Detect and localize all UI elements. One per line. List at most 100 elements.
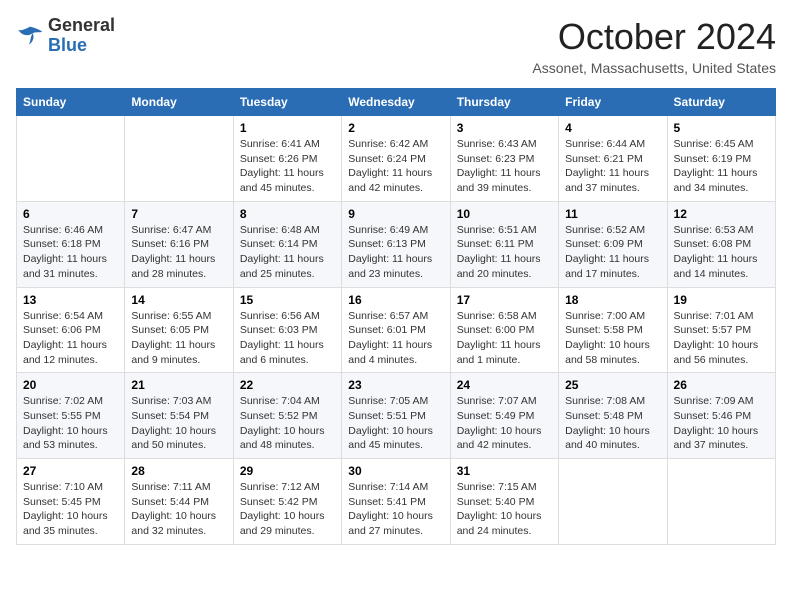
calendar-cell: 19 Sunrise: 7:01 AM Sunset: 5:57 PM Dayli… (667, 287, 775, 373)
cell-info: Sunrise: 7:01 AM Sunset: 5:57 PM Dayligh… (674, 309, 769, 368)
calendar-cell (559, 459, 667, 545)
cell-info: Sunrise: 6:49 AM Sunset: 6:13 PM Dayligh… (348, 223, 443, 282)
day-number: 27 (23, 464, 118, 478)
day-number: 19 (674, 293, 769, 307)
week-row-4: 20 Sunrise: 7:02 AM Sunset: 5:55 PM Dayli… (17, 373, 776, 459)
cell-info: Sunrise: 7:04 AM Sunset: 5:52 PM Dayligh… (240, 394, 335, 453)
page-header: GeneralBlue October 2024 Assonet, Massac… (16, 16, 776, 76)
cell-info: Sunrise: 7:09 AM Sunset: 5:46 PM Dayligh… (674, 394, 769, 453)
calendar-cell: 20 Sunrise: 7:02 AM Sunset: 5:55 PM Dayli… (17, 373, 125, 459)
calendar-cell: 8Sunrise: 6:48 AM Sunset: 6:14 PM Daylig… (233, 201, 341, 287)
calendar-cell (667, 459, 775, 545)
calendar-cell: 5 Sunrise: 6:45 AM Sunset: 6:19 PM Daylig… (667, 116, 775, 202)
cell-info: Sunrise: 6:47 AM Sunset: 6:16 PM Dayligh… (131, 223, 226, 282)
calendar-cell: 26 Sunrise: 7:09 AM Sunset: 5:46 PM Dayli… (667, 373, 775, 459)
calendar-cell: 31Sunrise: 7:15 AM Sunset: 5:40 PM Dayli… (450, 459, 558, 545)
day-number: 2 (348, 121, 443, 135)
day-number: 21 (131, 378, 226, 392)
calendar-cell: 13 Sunrise: 6:54 AM Sunset: 6:06 PM Dayli… (17, 287, 125, 373)
day-number: 11 (565, 207, 660, 221)
calendar-cell: 29Sunrise: 7:12 AM Sunset: 5:42 PM Dayli… (233, 459, 341, 545)
day-number: 9 (348, 207, 443, 221)
calendar-cell: 25 Sunrise: 7:08 AM Sunset: 5:48 PM Dayli… (559, 373, 667, 459)
col-header-tuesday: Tuesday (233, 89, 341, 116)
week-row-1: 1Sunrise: 6:41 AM Sunset: 6:26 PM Daylig… (17, 116, 776, 202)
day-number: 25 (565, 378, 660, 392)
day-number: 8 (240, 207, 335, 221)
calendar-cell: 7 Sunrise: 6:47 AM Sunset: 6:16 PM Daylig… (125, 201, 233, 287)
calendar-cell: 16 Sunrise: 6:57 AM Sunset: 6:01 PM Dayli… (342, 287, 450, 373)
day-number: 16 (348, 293, 443, 307)
calendar-cell: 27 Sunrise: 7:10 AM Sunset: 5:45 PM Dayli… (17, 459, 125, 545)
calendar-cell: 3 Sunrise: 6:43 AM Sunset: 6:23 PM Daylig… (450, 116, 558, 202)
calendar-cell: 28 Sunrise: 7:11 AM Sunset: 5:44 PM Dayli… (125, 459, 233, 545)
logo-icon (16, 22, 44, 50)
cell-info: Sunrise: 6:52 AM Sunset: 6:09 PM Dayligh… (565, 223, 660, 282)
cell-info: Sunrise: 6:57 AM Sunset: 6:01 PM Dayligh… (348, 309, 443, 368)
calendar-cell (125, 116, 233, 202)
day-number: 15 (240, 293, 335, 307)
day-number: 3 (457, 121, 552, 135)
location: Assonet, Massachusetts, United States (532, 60, 776, 76)
week-row-5: 27 Sunrise: 7:10 AM Sunset: 5:45 PM Dayli… (17, 459, 776, 545)
calendar-table: SundayMondayTuesdayWednesdayThursdayFrid… (16, 88, 776, 545)
logo: GeneralBlue (16, 16, 115, 56)
col-header-saturday: Saturday (667, 89, 775, 116)
week-row-3: 13 Sunrise: 6:54 AM Sunset: 6:06 PM Dayli… (17, 287, 776, 373)
calendar-cell: 23 Sunrise: 7:05 AM Sunset: 5:51 PM Dayli… (342, 373, 450, 459)
day-number: 20 (23, 378, 118, 392)
col-header-sunday: Sunday (17, 89, 125, 116)
calendar-cell: 2 Sunrise: 6:42 AM Sunset: 6:24 PM Daylig… (342, 116, 450, 202)
cell-info: Sunrise: 7:11 AM Sunset: 5:44 PM Dayligh… (131, 480, 226, 539)
calendar-cell: 21 Sunrise: 7:03 AM Sunset: 5:54 PM Dayli… (125, 373, 233, 459)
cell-info: Sunrise: 7:08 AM Sunset: 5:48 PM Dayligh… (565, 394, 660, 453)
day-number: 5 (674, 121, 769, 135)
calendar-cell: 4 Sunrise: 6:44 AM Sunset: 6:21 PM Daylig… (559, 116, 667, 202)
calendar-header-row: SundayMondayTuesdayWednesdayThursdayFrid… (17, 89, 776, 116)
calendar-cell: 24Sunrise: 7:07 AM Sunset: 5:49 PM Dayli… (450, 373, 558, 459)
cell-info: Sunrise: 7:10 AM Sunset: 5:45 PM Dayligh… (23, 480, 118, 539)
cell-info: Sunrise: 7:02 AM Sunset: 5:55 PM Dayligh… (23, 394, 118, 453)
title-block: October 2024 Assonet, Massachusetts, Uni… (532, 16, 776, 76)
col-header-thursday: Thursday (450, 89, 558, 116)
col-header-monday: Monday (125, 89, 233, 116)
month-title: October 2024 (532, 16, 776, 58)
cell-info: Sunrise: 6:46 AM Sunset: 6:18 PM Dayligh… (23, 223, 118, 282)
cell-info: Sunrise: 6:44 AM Sunset: 6:21 PM Dayligh… (565, 137, 660, 196)
day-number: 4 (565, 121, 660, 135)
col-header-friday: Friday (559, 89, 667, 116)
day-number: 28 (131, 464, 226, 478)
calendar-cell: 12Sunrise: 6:53 AM Sunset: 6:08 PM Dayli… (667, 201, 775, 287)
day-number: 29 (240, 464, 335, 478)
day-number: 26 (674, 378, 769, 392)
day-number: 14 (131, 293, 226, 307)
calendar-cell (17, 116, 125, 202)
cell-info: Sunrise: 7:05 AM Sunset: 5:51 PM Dayligh… (348, 394, 443, 453)
day-number: 1 (240, 121, 335, 135)
cell-info: Sunrise: 6:54 AM Sunset: 6:06 PM Dayligh… (23, 309, 118, 368)
calendar-cell: 30Sunrise: 7:14 AM Sunset: 5:41 PM Dayli… (342, 459, 450, 545)
day-number: 10 (457, 207, 552, 221)
calendar-cell: 10 Sunrise: 6:51 AM Sunset: 6:11 PM Dayli… (450, 201, 558, 287)
calendar-cell: 17Sunrise: 6:58 AM Sunset: 6:00 PM Dayli… (450, 287, 558, 373)
calendar-cell: 15 Sunrise: 6:56 AM Sunset: 6:03 PM Dayli… (233, 287, 341, 373)
day-number: 23 (348, 378, 443, 392)
cell-info: Sunrise: 6:45 AM Sunset: 6:19 PM Dayligh… (674, 137, 769, 196)
cell-info: Sunrise: 6:43 AM Sunset: 6:23 PM Dayligh… (457, 137, 552, 196)
day-number: 6 (23, 207, 118, 221)
cell-info: Sunrise: 7:15 AM Sunset: 5:40 PM Dayligh… (457, 480, 552, 539)
cell-info: Sunrise: 6:51 AM Sunset: 6:11 PM Dayligh… (457, 223, 552, 282)
cell-info: Sunrise: 6:55 AM Sunset: 6:05 PM Dayligh… (131, 309, 226, 368)
calendar-cell: 18Sunrise: 7:00 AM Sunset: 5:58 PM Dayli… (559, 287, 667, 373)
cell-info: Sunrise: 7:00 AM Sunset: 5:58 PM Dayligh… (565, 309, 660, 368)
cell-info: Sunrise: 6:42 AM Sunset: 6:24 PM Dayligh… (348, 137, 443, 196)
day-number: 24 (457, 378, 552, 392)
cell-info: Sunrise: 6:53 AM Sunset: 6:08 PM Dayligh… (674, 223, 769, 282)
day-number: 7 (131, 207, 226, 221)
cell-info: Sunrise: 6:58 AM Sunset: 6:00 PM Dayligh… (457, 309, 552, 368)
day-number: 13 (23, 293, 118, 307)
cell-info: Sunrise: 6:56 AM Sunset: 6:03 PM Dayligh… (240, 309, 335, 368)
logo-text: GeneralBlue (48, 16, 115, 56)
cell-info: Sunrise: 7:03 AM Sunset: 5:54 PM Dayligh… (131, 394, 226, 453)
calendar-cell: 1Sunrise: 6:41 AM Sunset: 6:26 PM Daylig… (233, 116, 341, 202)
